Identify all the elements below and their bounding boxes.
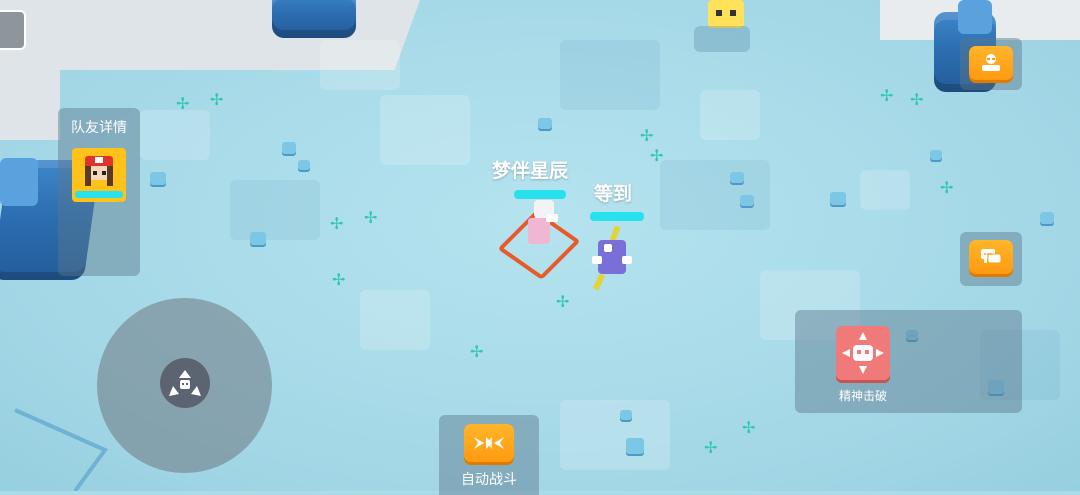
floor-cube [740, 195, 754, 206]
joystick-knob[interactable] [160, 358, 210, 408]
ally-pokemon-name: 等到 [594, 183, 633, 205]
pillar-left-top [0, 158, 38, 206]
teammate-panel-title: 队友详情 [71, 120, 127, 136]
floor-tile [140, 110, 210, 160]
joystick-arrows-icon [169, 370, 201, 396]
floor-tile [560, 400, 670, 470]
floor-tile [860, 170, 910, 210]
menu-button[interactable] [0, 10, 26, 50]
psychic-skill-icon [842, 332, 884, 374]
trainer-face [85, 156, 113, 186]
floor-cube [250, 232, 266, 245]
player-pokemon[interactable] [524, 200, 560, 246]
floor-cube [538, 118, 552, 129]
sparkle: ✢ [176, 94, 190, 113]
floor-cube [1040, 212, 1054, 224]
sparkle: ✢ [470, 342, 484, 361]
auto-battle-icon [474, 437, 504, 449]
menu-book-button[interactable] [969, 46, 1013, 80]
player-pokemon-name: 梦伴星辰 [492, 160, 569, 182]
floor-tile [380, 95, 470, 165]
sparkle: ✢ [742, 418, 756, 437]
floor-cube [150, 172, 166, 185]
pillar-top-center [272, 0, 356, 38]
floor-cube [282, 142, 296, 154]
floor-tile [700, 90, 760, 140]
chat-icon [981, 249, 1002, 264]
teammate-hp-bar [75, 191, 123, 198]
floor-tile [320, 40, 400, 90]
menu-icon [982, 54, 1000, 71]
floor-cube [626, 438, 644, 454]
sparkle: ✢ [364, 208, 378, 227]
pokemon-shadow [694, 26, 750, 52]
ally-pokemon[interactable] [592, 225, 632, 291]
skill-button[interactable] [836, 326, 890, 380]
sparkle: ✢ [880, 86, 894, 105]
chat-button[interactable] [969, 240, 1013, 274]
sparkle: ✢ [330, 214, 344, 233]
sparkle: ✢ [556, 292, 570, 311]
floor-tile [230, 180, 320, 240]
floor-cube [830, 192, 846, 205]
teammate-avatar[interactable] [72, 148, 126, 202]
sparkle: ✢ [704, 438, 718, 457]
skill-label: 精神击破 [838, 389, 887, 403]
auto-battle-button[interactable] [464, 424, 514, 462]
sparkle: ✢ [640, 126, 654, 145]
ally-hp-bar [590, 212, 644, 221]
player-hp-bar [514, 190, 566, 199]
sparkle: ✢ [210, 90, 224, 109]
sparkle: ✢ [940, 178, 954, 197]
sparkle: ✢ [910, 90, 924, 109]
auto-battle-label: 自动战斗 [461, 472, 517, 488]
floor-cube [730, 172, 744, 183]
pillar-right-top [958, 0, 992, 34]
sparkle: ✢ [650, 146, 664, 165]
floor-cube [620, 410, 632, 420]
floor-tile [660, 160, 770, 230]
floor-cube [930, 150, 942, 160]
floor-tile [560, 40, 660, 110]
sparkle: ✢ [332, 270, 346, 289]
floor-tile [360, 290, 430, 350]
floor-cube [298, 160, 310, 170]
